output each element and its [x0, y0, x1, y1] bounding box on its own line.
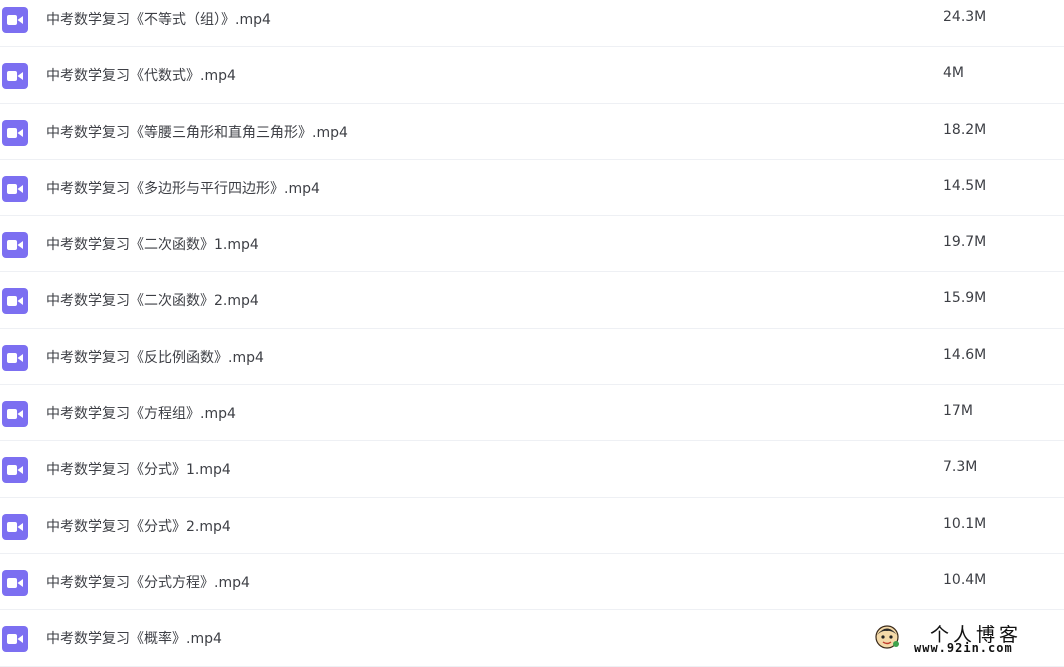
file-name[interactable]: 中考数学复习《分式》2.mp4	[46, 516, 231, 536]
file-row[interactable]: 中考数学复习《代数式》.mp4 4M	[0, 47, 1064, 104]
file-list: 中考数学复习《不等式（组）》.mp4 24.3M 中考数学复习《代数式》.mp4…	[0, 0, 1064, 667]
file-size: 4M	[943, 65, 964, 82]
file-size: 17M	[943, 403, 973, 420]
video-file-icon	[2, 7, 28, 33]
video-file-icon	[2, 457, 28, 484]
file-row[interactable]: 中考数学复习《分式方程》.mp4 10.4M	[0, 554, 1064, 611]
blog-watermark: 个人博客 www.92in.com	[872, 619, 1052, 659]
video-file-icon	[2, 626, 28, 653]
file-row[interactable]: 中考数学复习《不等式（组）》.mp4 24.3M	[0, 0, 1064, 48]
file-size: 18.2M	[943, 121, 987, 138]
file-row[interactable]: 中考数学复习《分式》1.mp4 7.3M	[0, 441, 1064, 498]
file-name[interactable]: 中考数学复习《二次函数》2.mp4	[46, 290, 259, 310]
video-file-icon	[2, 401, 28, 428]
file-row[interactable]: 中考数学复习《多边形与平行四边形》.mp4 14.5M	[0, 160, 1064, 217]
watermark-url: www.92in.com	[914, 641, 1013, 655]
file-size: 14.5M	[943, 177, 987, 194]
file-name[interactable]: 中考数学复习《方程组》.mp4	[46, 403, 236, 423]
file-size: 10.1M	[943, 515, 987, 532]
file-name[interactable]: 中考数学复习《等腰三角形和直角三角形》.mp4	[46, 122, 348, 142]
file-size: 19.7M	[943, 234, 987, 251]
video-file-icon	[2, 175, 28, 202]
video-file-icon	[2, 569, 28, 596]
video-file-icon	[2, 513, 28, 540]
file-size: 10.4M	[943, 571, 987, 588]
file-row[interactable]: 中考数学复习《二次函数》2.mp4 15.9M	[0, 272, 1064, 329]
file-name[interactable]: 中考数学复习《分式方程》.mp4	[46, 572, 250, 592]
file-row[interactable]: 中考数学复习《二次函数》1.mp4 19.7M	[0, 216, 1064, 273]
file-size: 15.9M	[943, 290, 987, 307]
video-file-icon	[2, 119, 28, 146]
file-name[interactable]: 中考数学复习《不等式（组）》.mp4	[46, 9, 271, 29]
video-file-icon	[2, 288, 28, 315]
file-row[interactable]: 中考数学复习《反比例函数》.mp4 14.6M	[0, 329, 1064, 386]
file-name[interactable]: 中考数学复习《代数式》.mp4	[46, 65, 236, 85]
file-size: 24.3M	[943, 9, 987, 25]
video-file-icon	[2, 232, 28, 259]
file-name[interactable]: 中考数学复习《多边形与平行四边形》.mp4	[46, 178, 320, 198]
video-file-icon	[2, 344, 28, 371]
file-name[interactable]: 中考数学复习《二次函数》1.mp4	[46, 234, 259, 254]
file-row[interactable]: 中考数学复习《等腰三角形和直角三角形》.mp4 18.2M	[0, 104, 1064, 160]
file-name[interactable]: 中考数学复习《概率》.mp4	[46, 628, 222, 648]
blog-mascot-icon	[874, 624, 900, 650]
file-name[interactable]: 中考数学复习《分式》1.mp4	[46, 459, 231, 479]
file-size: 14.6M	[943, 346, 987, 363]
file-name[interactable]: 中考数学复习《反比例函数》.mp4	[46, 347, 264, 367]
file-row[interactable]: 中考数学复习《分式》2.mp4 10.1M	[0, 498, 1064, 554]
video-file-icon	[2, 63, 28, 90]
file-row[interactable]: 中考数学复习《方程组》.mp4 17M	[0, 385, 1064, 442]
file-size: 7.3M	[943, 459, 978, 476]
